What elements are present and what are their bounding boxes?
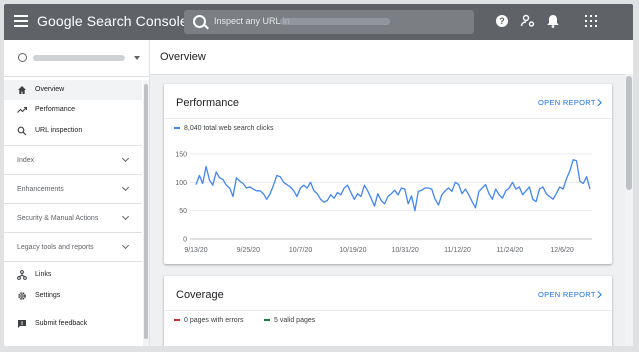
search-icon (193, 15, 206, 28)
sidebar-item-label: Overview (35, 86, 65, 93)
page-title: Overview (160, 51, 206, 63)
coverage-errors-legend[interactable]: 0 pages with errors (174, 317, 244, 324)
app-window: Google Search Console Inspect any URL in… (4, 4, 633, 346)
coverage-card-title: Coverage (176, 289, 224, 301)
notifications-bell-icon[interactable] (545, 13, 561, 29)
y-tick-label: 100 (175, 180, 187, 187)
links-icon (17, 270, 27, 280)
y-tick-label: 150 (175, 152, 187, 159)
sidebar-item-label: Settings (35, 292, 61, 299)
sidebar-section-enhancements[interactable]: Enhancements (4, 174, 142, 203)
sidebar: Overview Performance URL inspection Inde… (4, 40, 150, 346)
chevron-down-icon (121, 183, 130, 192)
sidebar-section-security[interactable]: Security & Manual Actions (4, 203, 142, 232)
legend-label: 5 valid pages (274, 317, 316, 324)
sidebar-item-overview[interactable]: Overview (4, 80, 142, 100)
coverage-valid-legend[interactable]: 5 valid pages (264, 317, 315, 324)
y-tick-label: 0 (183, 237, 187, 244)
help-icon[interactable]: ? (494, 13, 510, 29)
url-inspect-search[interactable]: Inspect any URL in (184, 10, 474, 34)
gear-icon (17, 291, 27, 301)
property-globe-icon (18, 53, 27, 62)
sidebar-item-url-inspection[interactable]: URL inspection (4, 121, 142, 141)
sidebar-item-label: Performance (35, 106, 76, 113)
property-url-blurred (280, 18, 390, 25)
x-tick-label: 10/7/20 (289, 247, 312, 254)
menu-icon[interactable] (14, 15, 28, 29)
y-tick-label: 50 (179, 208, 187, 215)
property-selector[interactable] (4, 40, 149, 77)
series-line-clicks (195, 159, 591, 212)
sidebar-divider (4, 261, 142, 262)
sidebar-item-settings[interactable]: Settings (4, 286, 142, 306)
sidebar-item-links[interactable]: Links (4, 265, 142, 285)
trending-up-icon (17, 105, 28, 115)
search-placeholder: Inspect any URL in (214, 16, 290, 26)
x-tick-label: 9/25/20 (237, 247, 260, 254)
sidebar-section-legacy-tools[interactable]: Legacy tools and reports (4, 232, 142, 261)
x-tick-label: 12/6/20 (550, 247, 573, 254)
chevron-down-icon (121, 241, 130, 250)
feedback-icon (17, 319, 27, 329)
sidebar-item-label: URL inspection (35, 127, 83, 134)
legend-label: 0 pages with errors (184, 317, 244, 324)
x-tick-label: 11/24/20 (496, 247, 523, 254)
section-label: Enhancements (17, 186, 64, 193)
performance-legend[interactable]: 8,040 total web search clicks (174, 125, 274, 132)
sidebar-item-label: Links (35, 271, 52, 278)
section-label: Index (17, 157, 35, 164)
property-name-blurred (33, 55, 125, 61)
card-divider (164, 310, 612, 311)
main-scrollbar-thumb[interactable] (626, 76, 632, 190)
home-icon (17, 85, 27, 95)
chevron-down-icon (121, 154, 130, 163)
dropdown-caret-icon (134, 56, 140, 60)
sidebar-section-index[interactable]: Index (4, 145, 142, 174)
legend-swatch-valid (264, 319, 270, 322)
top-app-bar: Google Search Console Inspect any URL in… (4, 4, 633, 40)
x-tick-label: 9/13/20 (184, 247, 207, 254)
card-divider (164, 118, 612, 119)
search-icon (17, 126, 27, 136)
manage-users-icon[interactable] (520, 13, 536, 29)
page-header: Overview (150, 40, 633, 75)
x-tick-label: 10/19/20 (339, 247, 366, 254)
app-title[interactable]: Google Search Console (37, 13, 188, 29)
sidebar-item-submit-feedback[interactable]: Submit feedback (4, 314, 142, 334)
chevron-down-icon (121, 212, 130, 221)
coverage-card: Coverage OPEN REPORT 0 pages with errors… (164, 276, 612, 346)
performance-card-title: Performance (176, 97, 239, 109)
apps-grid-icon[interactable] (583, 13, 599, 29)
legend-label: 8,040 total web search clicks (184, 125, 274, 132)
x-tick-label: 11/12/20 (444, 247, 471, 254)
legend-swatch (174, 127, 180, 130)
performance-card: Performance OPEN REPORT 8,040 total web … (164, 84, 612, 264)
section-label: Legacy tools and reports (17, 244, 94, 251)
legend-swatch-error (174, 319, 180, 322)
sidebar-item-performance[interactable]: Performance (4, 100, 142, 120)
clicks-line-chart: 150 100 50 0 9/13/20 9/25/20 10/7/20 10/19/20 10… (175, 152, 592, 254)
performance-open-report-button[interactable]: OPEN REPORT (538, 98, 596, 107)
x-tick-label: 10/31/20 (392, 247, 419, 254)
sidebar-scrollbar-thumb[interactable] (144, 84, 148, 339)
coverage-open-report-button[interactable]: OPEN REPORT (538, 290, 596, 299)
sidebar-item-label: Submit feedback (35, 320, 88, 327)
section-label: Security & Manual Actions (17, 215, 99, 222)
